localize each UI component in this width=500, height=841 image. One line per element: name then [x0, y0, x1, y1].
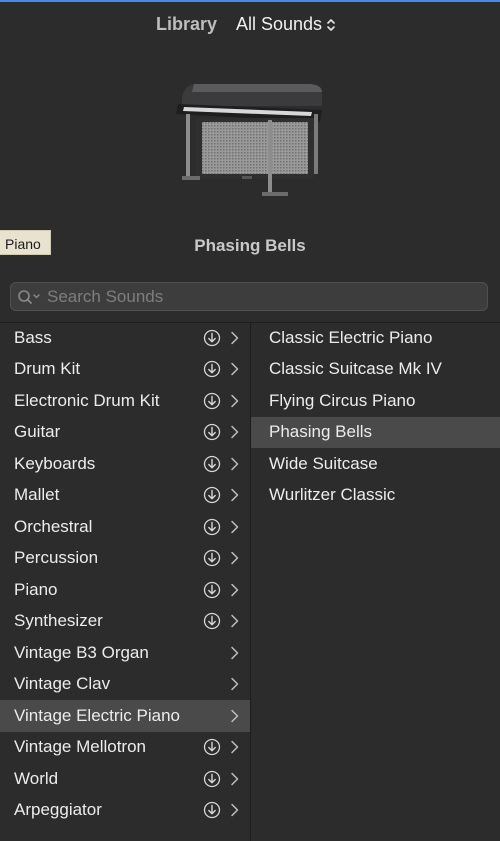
search-field[interactable] — [10, 282, 488, 311]
patch-item[interactable]: Phasing Bells — [251, 416, 500, 448]
search-input[interactable] — [43, 283, 487, 310]
download-icon[interactable] — [203, 738, 221, 756]
download-icon[interactable] — [203, 549, 221, 567]
patch-preview: Phasing Bells — [0, 52, 500, 280]
download-icon[interactable] — [203, 581, 221, 599]
chevron-right-icon[interactable] — [228, 456, 240, 472]
category-label: Guitar — [14, 422, 61, 442]
chevron-right-icon[interactable] — [228, 361, 240, 377]
patch-item[interactable]: Wurlitzer Classic — [251, 480, 500, 512]
electric-piano-image — [176, 84, 322, 196]
download-icon[interactable] — [203, 360, 221, 378]
category-item[interactable]: Electronic Drum Kit — [0, 385, 250, 417]
download-icon[interactable] — [203, 770, 221, 788]
category-label: Arpeggiator — [14, 800, 102, 820]
category-label: Synthesizer — [14, 611, 103, 631]
category-label: Electronic Drum Kit — [14, 390, 160, 410]
chevron-right-icon[interactable] — [228, 708, 240, 724]
category-item[interactable]: Synthesizer — [0, 606, 250, 638]
category-item[interactable]: Drum Kit — [0, 354, 250, 386]
chevron-right-icon[interactable] — [228, 487, 240, 503]
chevron-right-icon[interactable] — [228, 582, 240, 598]
category-label: Vintage Electric Piano — [14, 705, 181, 725]
search-icon[interactable] — [17, 288, 43, 306]
patch-label: Phasing Bells — [269, 422, 373, 442]
patch-label: Wide Suitcase — [269, 453, 378, 473]
category-item[interactable]: Orchestral — [0, 511, 250, 543]
category-label: Bass — [14, 327, 52, 347]
chevron-right-icon[interactable] — [228, 519, 240, 535]
chevron-right-icon[interactable] — [228, 676, 240, 692]
category-item[interactable]: Arpeggiator — [0, 795, 250, 827]
category-label: Keyboards — [14, 453, 96, 473]
chevron-right-icon[interactable] — [228, 771, 240, 787]
tooltip: Piano — [0, 230, 51, 255]
category-label: Orchestral — [14, 516, 93, 536]
chevron-right-icon[interactable] — [228, 393, 240, 409]
chevron-right-icon[interactable] — [228, 739, 240, 755]
download-icon[interactable] — [203, 486, 221, 504]
patch-label: Wurlitzer Classic — [269, 485, 396, 505]
category-label: World — [14, 768, 59, 788]
chevron-right-icon[interactable] — [228, 645, 240, 661]
category-item[interactable]: Vintage Electric Piano — [0, 700, 250, 732]
category-item[interactable]: Mallet — [0, 480, 250, 512]
category-item[interactable]: Bass — [0, 322, 250, 354]
category-item[interactable]: Vintage Mellotron — [0, 732, 250, 764]
library-header: Library All Sounds — [0, 0, 500, 52]
category-list: Bass Drum Kit Electronic Drum Kit Guitar Key… — [0, 322, 250, 841]
category-item[interactable]: Percussion — [0, 543, 250, 575]
chevron-right-icon[interactable] — [228, 330, 240, 346]
category-item[interactable]: Keyboards — [0, 448, 250, 480]
download-icon[interactable] — [203, 455, 221, 473]
library-title: Library — [156, 14, 218, 34]
download-icon[interactable] — [203, 518, 221, 536]
category-label: Mallet — [14, 485, 60, 505]
chevron-right-icon[interactable] — [228, 424, 240, 440]
sounds-filter-select[interactable]: All Sounds — [236, 14, 336, 35]
patch-list: Classic Electric Piano Classic Suitcase M… — [251, 322, 500, 841]
download-icon[interactable] — [203, 329, 221, 347]
category-label: Drum Kit — [14, 359, 81, 379]
patch-item[interactable]: Classic Suitcase Mk IV — [251, 354, 500, 386]
chevron-right-icon[interactable] — [228, 802, 240, 818]
category-item[interactable]: World — [0, 763, 250, 795]
category-label: Vintage Mellotron — [14, 737, 146, 757]
download-icon[interactable] — [203, 392, 221, 410]
download-icon[interactable] — [203, 801, 221, 819]
category-item[interactable]: Guitar — [0, 417, 250, 449]
patch-item[interactable]: Wide Suitcase — [251, 448, 500, 480]
category-label: Piano — [14, 579, 58, 599]
patch-item[interactable]: Flying Circus Piano — [251, 385, 500, 417]
patch-label: Flying Circus Piano — [269, 390, 416, 410]
category-item[interactable]: Piano — [0, 574, 250, 606]
category-label: Vintage Clav — [14, 674, 111, 694]
patch-item[interactable]: Classic Electric Piano — [251, 322, 500, 354]
sounds-filter-value: All Sounds — [236, 14, 323, 34]
download-icon[interactable] — [203, 612, 221, 630]
current-patch-name: Phasing Bells — [194, 236, 306, 255]
category-item[interactable]: Vintage B3 Organ — [0, 637, 250, 669]
download-icon[interactable] — [203, 423, 221, 441]
chevron-right-icon[interactable] — [228, 550, 240, 566]
chevron-right-icon[interactable] — [228, 613, 240, 629]
patch-label: Classic Suitcase Mk IV — [269, 359, 442, 379]
category-label: Vintage B3 Organ — [14, 642, 149, 662]
category-label: Percussion — [14, 548, 99, 568]
up-down-chevron-icon — [327, 18, 335, 31]
category-item[interactable]: Vintage Clav — [0, 669, 250, 701]
patch-label: Classic Electric Piano — [269, 327, 433, 347]
